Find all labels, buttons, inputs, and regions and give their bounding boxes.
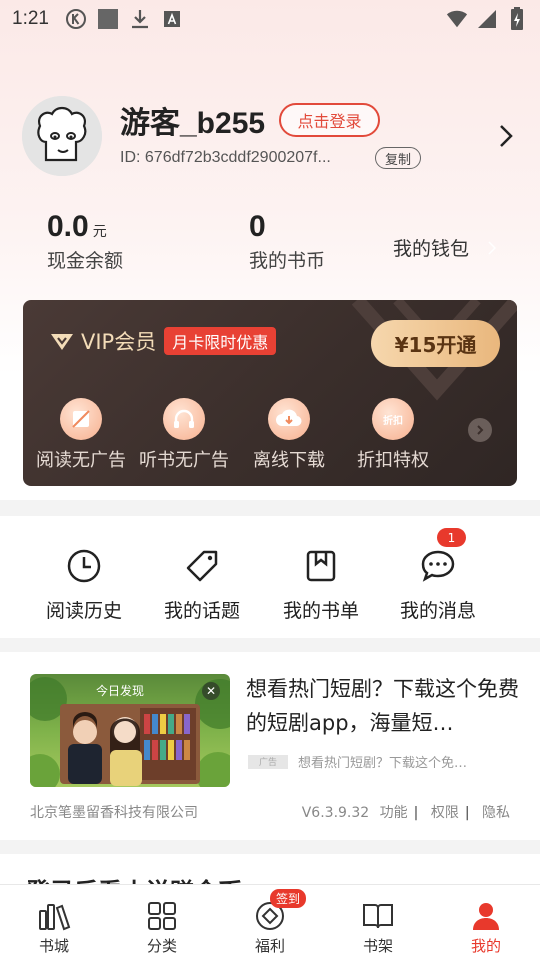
more-benefits-chevron-icon[interactable]: [468, 418, 492, 442]
qa-label: 我的话题: [163, 600, 240, 622]
ad-source-logo: 广告: [248, 754, 288, 769]
cash-label: 现金余额: [47, 250, 124, 272]
ad-source: 广告 想看热门短剧？下载这个免…: [248, 752, 467, 771]
username: 游客_b255: [120, 107, 266, 140]
checkin-badge: 签到: [270, 889, 307, 908]
benefit-label: 听书无广告: [139, 450, 229, 471]
ad-links: V6.3.9.32 功能 | 权限 | 隐私: [301, 805, 510, 821]
book-coins[interactable]: 0 我的书币: [249, 210, 325, 273]
square-icon: [97, 8, 119, 30]
signal-icon: [476, 8, 498, 30]
coins-value: 0: [249, 210, 266, 243]
nav-label: 书城: [38, 937, 69, 955]
benefit-no-ads-reading[interactable]: 阅读无广告: [31, 398, 131, 472]
message-count-badge: 1: [437, 528, 466, 547]
my-messages-button[interactable]: 我的消息: [383, 546, 493, 623]
bottom-nav: 书城 分类 福利 签到 书架 我的: [0, 884, 540, 960]
ad-image[interactable]: 今日发现 ✕: [30, 674, 230, 787]
nav-label: 我的: [470, 937, 501, 955]
status-time: 1:21: [12, 8, 49, 29]
ad-image-tag: 今日发现: [96, 684, 145, 698]
close-icon[interactable]: ✕: [202, 682, 220, 700]
wifi-icon: [446, 8, 468, 30]
cash-unit: 元: [92, 224, 107, 240]
copy-id-button[interactable]: 复制: [375, 147, 421, 169]
my-topics-button[interactable]: 我的话题: [147, 546, 257, 623]
vip-diamond-icon: [49, 330, 75, 352]
status-bar: 1:21: [0, 0, 540, 38]
qa-label: 我的书单: [282, 600, 359, 622]
sheep-avatar-icon: [22, 96, 102, 176]
ad-footer: 北京笔墨留香科技有限公司 V6.3.9.32 功能 | 权限 | 隐私: [30, 802, 510, 822]
user-id: ID: 676df72b3cddf2900207f...: [120, 149, 331, 166]
login-button[interactable]: 点击登录: [279, 103, 380, 137]
vip-title-text: VIP会员: [81, 330, 157, 354]
ad-version: V6.3.9.32: [301, 805, 370, 821]
nav-label: 书架: [362, 937, 393, 955]
discount-icon: 折扣: [372, 398, 414, 440]
nav-mine[interactable]: 我的: [432, 885, 540, 960]
vip-title: VIP会员 月卡限时优惠: [49, 326, 277, 356]
ad-source-text: 想看热门短剧？下载这个免…: [298, 756, 468, 771]
qa-label: 阅读历史: [45, 600, 122, 622]
chevron-right-icon[interactable]: [494, 122, 518, 150]
headphones-icon: [163, 398, 205, 440]
a-box-icon: [161, 8, 183, 30]
message-icon: [418, 546, 458, 586]
cloud-download-icon: [268, 398, 310, 440]
qa-label: 我的消息: [399, 600, 476, 622]
wallet-link[interactable]: 我的钱包: [393, 234, 469, 261]
ad-company: 北京笔墨留香科技有限公司: [30, 805, 198, 821]
nav-category[interactable]: 分类: [108, 885, 216, 960]
battery-icon: [506, 7, 528, 30]
ad-link-features[interactable]: 功能: [380, 805, 408, 821]
ad-link-permissions[interactable]: 权限: [431, 805, 459, 821]
book-icon: [361, 899, 395, 933]
ad-card[interactable]: 今日发现 ✕ 想看热门短剧？下载这个免费的短剧app，海量短… 广告 想看热门短…: [0, 652, 540, 840]
benefit-discount[interactable]: 折扣 折扣特权: [343, 398, 443, 472]
wallet-chevron-icon: [488, 240, 497, 259]
clock-icon: [64, 546, 104, 586]
cash-balance[interactable]: 0.0 元 现金余额: [47, 210, 123, 273]
nav-bookstore[interactable]: 书城: [0, 885, 108, 960]
vip-subscribe-button[interactable]: ¥15开通: [371, 320, 500, 367]
reading-history-button[interactable]: 阅读历史: [29, 546, 139, 623]
nav-bookshelf[interactable]: 书架: [324, 885, 432, 960]
benefit-label: 阅读无广告: [36, 450, 126, 471]
bookmark-icon: [301, 546, 341, 586]
user-icon: [469, 899, 503, 933]
ad-title[interactable]: 想看热门短剧？下载这个免费的短剧app，海量短…: [246, 672, 526, 740]
cash-value: 0.0: [47, 210, 89, 243]
coins-label: 我的书币: [249, 250, 326, 272]
k-circle-icon: [65, 8, 87, 30]
avatar[interactable]: [22, 96, 102, 176]
grid-icon: [145, 899, 179, 933]
nav-welfare[interactable]: 福利 签到: [216, 885, 324, 960]
tag-icon: [182, 546, 222, 586]
discount-icon-text: 折扣: [383, 415, 403, 427]
profile-header[interactable]: 游客_b255 点击登录 ID: 676df72b3cddf2900207f..…: [22, 96, 522, 178]
benefit-no-ads-audio[interactable]: 听书无广告: [134, 398, 234, 472]
ad-link-privacy[interactable]: 隐私: [482, 805, 510, 821]
benefit-label: 离线下载: [253, 450, 325, 471]
vip-card[interactable]: VIP会员 月卡限时优惠 ¥15开通 阅读无广告 听书无广告 离线下载 折扣 折…: [23, 300, 517, 486]
my-booklist-button[interactable]: 我的书单: [266, 546, 376, 623]
benefit-offline-download[interactable]: 离线下载: [239, 398, 339, 472]
account-stats: 0.0 元 现金余额 0 我的书币 我的钱包: [0, 210, 540, 280]
nav-label: 分类: [146, 937, 177, 955]
no-ads-icon: [60, 398, 102, 440]
vip-promo-badge: 月卡限时优惠: [164, 327, 277, 355]
nav-label: 福利: [254, 937, 285, 955]
benefit-label: 折扣特权: [357, 450, 429, 471]
bookstore-icon: [37, 899, 71, 933]
download-icon: [129, 8, 151, 30]
